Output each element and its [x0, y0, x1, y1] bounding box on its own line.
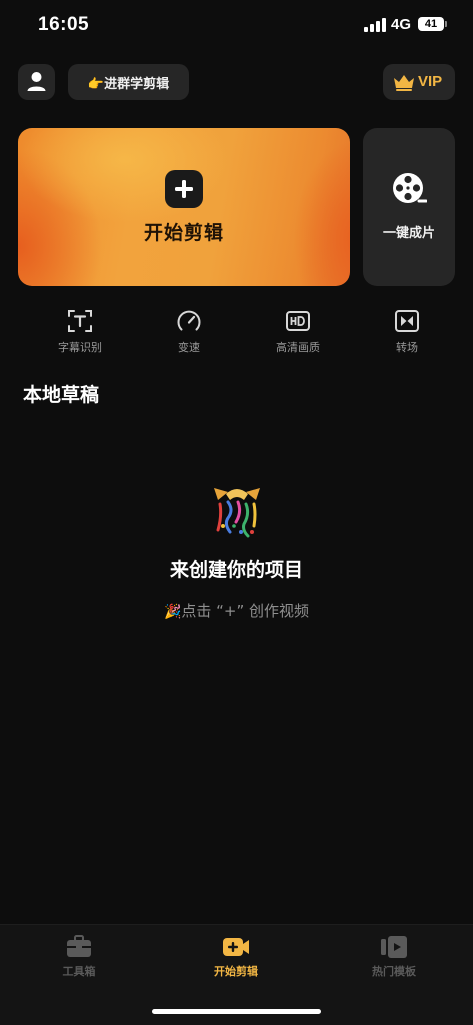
film-reel-icon	[393, 173, 427, 203]
tab-toolbox[interactable]: 工具箱	[24, 935, 134, 979]
tool-speed[interactable]: 变速	[149, 308, 229, 358]
tool-subtitle-recognition[interactable]: 字幕识别	[40, 308, 120, 358]
status-time: 16:05	[38, 14, 90, 35]
text-recognition-icon	[68, 310, 92, 332]
confetti-popper-icon	[214, 488, 260, 538]
video-plus-icon	[223, 938, 249, 956]
tab-popular-templates[interactable]: 热门模板	[339, 935, 449, 979]
battery-icon: 41	[418, 17, 444, 31]
toolbox-icon	[67, 935, 91, 957]
battery-cap	[445, 21, 447, 27]
tool-label: 转场	[396, 341, 418, 354]
home-indicator	[152, 1009, 321, 1014]
one-click-video-label: 一键成片	[382, 226, 435, 241]
tool-label: 变速	[178, 341, 200, 354]
drafts-section-title: 本地草稿	[23, 384, 100, 406]
tab-label: 工具箱	[62, 965, 96, 978]
empty-state-title: 来创建你的项目	[169, 559, 303, 581]
avatar-button[interactable]	[18, 64, 55, 100]
tab-label: 热门模板	[372, 965, 416, 978]
template-icon	[381, 936, 407, 958]
start-edit-card[interactable]: 开始剪辑	[18, 128, 350, 286]
tab-label: 开始剪辑	[214, 965, 258, 978]
status-bar: 16:05 4G 41	[0, 0, 473, 52]
vip-button[interactable]: VIP	[383, 64, 455, 100]
vip-label: VIP	[418, 73, 443, 90]
user-icon	[27, 72, 46, 91]
empty-state-hint-text: 点击 “+” 创作视频	[181, 602, 310, 620]
crown-icon	[394, 75, 414, 91]
plus-icon	[165, 170, 203, 208]
tool-transition[interactable]: 转场	[367, 308, 447, 358]
network-label: 4G	[391, 16, 412, 33]
tool-label: 高清画质	[276, 341, 320, 354]
tool-label: 字幕识别	[58, 341, 102, 354]
tab-start-edit[interactable]: 开始剪辑	[181, 935, 291, 979]
hd-icon	[286, 311, 310, 331]
start-edit-label: 开始剪辑	[143, 222, 224, 244]
speed-gauge-icon	[177, 310, 201, 331]
transition-icon	[395, 310, 419, 332]
empty-state-hint: 🎉点击 “+” 创作视频	[0, 600, 473, 621]
signal-icon	[364, 18, 386, 32]
party-popper-icon: 🎉	[163, 604, 182, 620]
join-group-button[interactable]: 👉进群学剪辑	[68, 64, 189, 100]
tool-hd-quality[interactable]: 高清画质	[258, 308, 338, 358]
one-click-video-card[interactable]: 一键成片	[363, 128, 455, 286]
